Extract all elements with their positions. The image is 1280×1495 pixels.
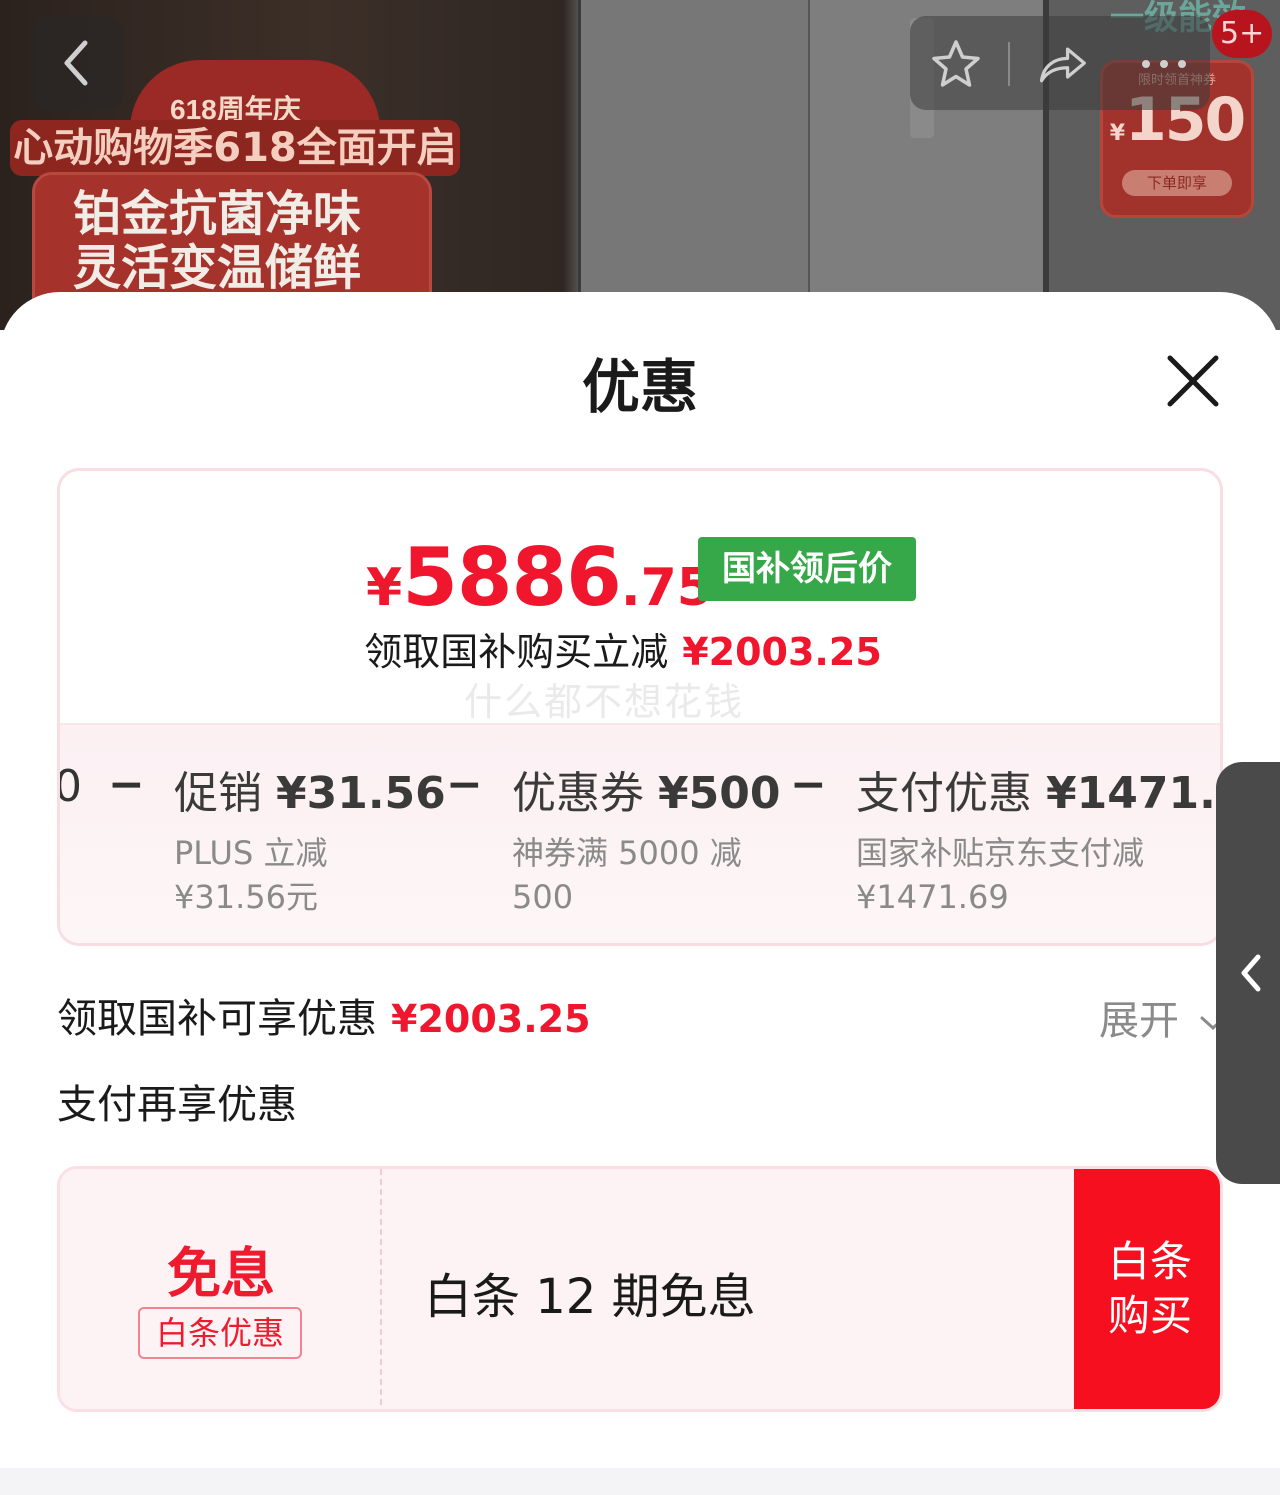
promo-feature-line: 灵活变温储鲜 (73, 240, 362, 296)
divider (1008, 42, 1010, 86)
breakdown-title: 支付优惠 ¥1471.69 (856, 757, 1220, 821)
price-yen: ¥ (366, 558, 403, 618)
coupon-button[interactable]: 下单即享 (1122, 170, 1232, 196)
expand-label: 展开 (1099, 998, 1179, 1044)
share-icon (1039, 47, 1086, 83)
breakdown-sub: ¥31.56元 (174, 878, 318, 916)
expand-button[interactable]: 展开 (1099, 988, 1228, 1046)
minus-sign: − (446, 759, 483, 810)
breakdown-label: 支付优惠 (856, 768, 1032, 819)
cart-count-badge: 5+ (1212, 10, 1273, 58)
share-button[interactable] (1036, 38, 1088, 90)
chevron-left-icon (64, 40, 88, 86)
breakdown-label: 优惠券 (512, 768, 644, 819)
price-summary-card: ¥5886.75 国补领后价 领取国补购买立减 ¥2003.25 什么都不想花钱 … (57, 468, 1223, 946)
price-tag-badge: 国补领后价 (698, 537, 916, 601)
breakdown-title: 优惠券 ¥500 (512, 757, 780, 821)
price-integer: 5886 (402, 531, 622, 624)
final-price: ¥5886.75 (366, 531, 713, 624)
top-action-bar (910, 16, 1210, 110)
coupon-yen: ¥ (1109, 121, 1126, 146)
minus-sign: − (108, 759, 145, 810)
payment-offer-card: 免息 白条优惠 白条 12 期免息 白条 购买 (57, 1166, 1223, 1412)
savings-line: 领取国补购买立减 ¥2003.25 (60, 621, 1220, 676)
breakdown-amount: ¥1471.69 (1046, 768, 1220, 819)
breakdown-item-coupon: 优惠券 ¥500 神券满 5000 减 500 (512, 757, 780, 919)
baitiao-buy-button[interactable]: 白条 购买 (1074, 1169, 1220, 1409)
bottom-strip (0, 1468, 1280, 1495)
payment-offer-tag: 白条优惠 (138, 1307, 302, 1359)
breakdown-item-payment: 支付优惠 ¥1471.69 国家补贴京东支付减 ¥1471.69 (856, 757, 1220, 919)
discount-breakdown[interactable]: 0 − 促销 ¥31.56 PLUS 立减 ¥31.56元 − 优惠券 ¥500… (60, 723, 1220, 943)
payment-offer-headline: 免息 (167, 1242, 275, 1305)
savings-amount: ¥2003.25 (682, 630, 882, 674)
buy-button-line: 购买 (1107, 1291, 1192, 1340)
promo-headline: 心动购物季618全面开启 (10, 120, 460, 176)
subsidy-label: 领取国补可享优惠 (57, 996, 377, 1042)
payment-offer-left: 免息 白条优惠 (60, 1169, 382, 1409)
discount-sheet: 优惠 ¥5886.75 国补领后价 领取国补购买立减 ¥2003.25 什么都不想… (0, 292, 1280, 1495)
payment-offer-description: 白条 12 期免息 (424, 1269, 756, 1325)
more-button[interactable] (1138, 38, 1190, 90)
subsidy-line: 领取国补可享优惠 ¥2003.25 展开 (57, 986, 1226, 1046)
watermark-text: 什么都不想花钱 (464, 680, 745, 724)
breakdown-sub: 500 (512, 878, 574, 916)
product-banner: 618周年庆 心动购物季618全面开启 铂金抗菌净味 灵活变温储鲜 一级能效 限… (0, 0, 1280, 330)
close-button[interactable] (1160, 348, 1226, 414)
pay-section-title: 支付再享优惠 (57, 1082, 297, 1128)
buy-button-line: 白条 (1107, 1237, 1192, 1286)
close-icon (1167, 355, 1219, 407)
subsidy-label-wrap: 领取国补可享优惠 ¥2003.25 (57, 986, 591, 1044)
breakdown-sub: PLUS 立减 (174, 834, 328, 872)
breakdown-sub: 国家补贴京东支付减 (856, 834, 1145, 872)
star-icon (932, 40, 980, 87)
breakdown-sub: ¥1471.69 (856, 878, 1009, 916)
minus-sign: − (790, 759, 827, 810)
more-dots-icon (1142, 60, 1186, 68)
breakdown-item-promotion: 促销 ¥31.56 PLUS 立减 ¥31.56元 (174, 757, 446, 919)
breakdown-label: 促销 (174, 768, 262, 819)
product-image-door (578, 0, 808, 330)
favorite-button[interactable] (930, 38, 982, 90)
breakdown-title: 促销 ¥31.56 (174, 757, 446, 821)
breakdown-amount: ¥31.56 (276, 768, 446, 819)
breakdown-amount: ¥500 (658, 768, 781, 819)
price-row: ¥5886.75 国补领后价 (60, 531, 1220, 624)
sheet-title: 优惠 (581, 353, 698, 421)
breakdown-sub: 神券满 5000 减 (512, 834, 742, 872)
subsidy-amount: ¥2003.25 (391, 997, 591, 1041)
side-drawer-handle[interactable] (1216, 762, 1280, 1184)
breakdown-cut-text: 0 (60, 761, 82, 812)
back-button[interactable] (30, 16, 124, 110)
promo-feature-line: 铂金抗菌净味 (73, 186, 362, 242)
savings-label: 领取国补购买立减 (364, 630, 669, 674)
chevron-left-icon (1241, 954, 1261, 992)
